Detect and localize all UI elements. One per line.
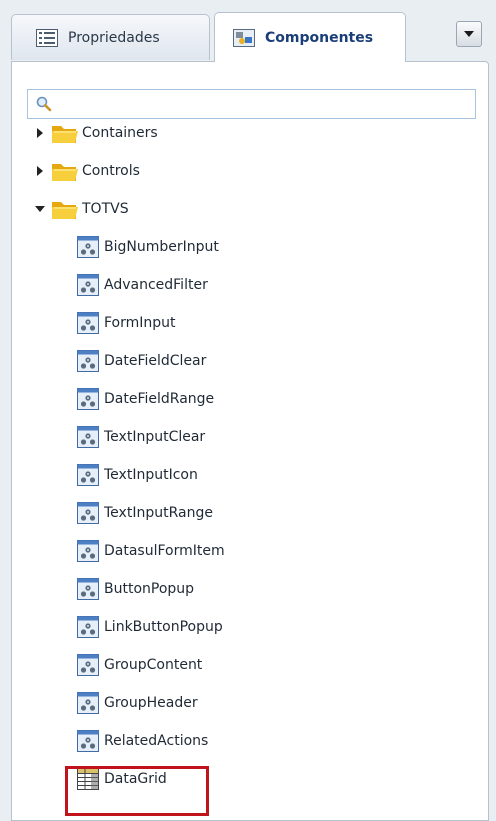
tree-folder-containers[interactable]: Containers <box>34 118 158 148</box>
tree-folder-label: Controls <box>82 163 140 179</box>
tree-folder-label: Containers <box>82 125 158 141</box>
component-icon <box>76 463 100 487</box>
expand-arrow-down-icon[interactable] <box>34 203 46 215</box>
tree-item-bignumberinput[interactable]: BigNumberInput <box>76 232 219 262</box>
tree-folder-totvs[interactable]: TOTVS <box>34 194 129 224</box>
tree-item-label: DatasulFormItem <box>104 543 225 559</box>
folder-icon <box>50 120 80 146</box>
tree-item-label: GroupHeader <box>104 695 198 711</box>
tree-item-buttonpopup[interactable]: ButtonPopup <box>76 574 194 604</box>
search-input[interactable] <box>58 94 462 116</box>
tree-item-datasulformitem[interactable]: DatasulFormItem <box>76 536 225 566</box>
tab-components-label: Componentes <box>265 29 374 46</box>
component-icon <box>76 387 100 411</box>
tree-item-label: RelatedActions <box>104 733 209 749</box>
component-icon <box>76 691 100 715</box>
tree-item-label: TextInputClear <box>104 429 206 445</box>
tree-item-label: AdvancedFilter <box>104 277 208 293</box>
tree-item-groupcontent[interactable]: GroupContent <box>76 650 202 680</box>
tree-item-label: BigNumberInput <box>104 239 219 255</box>
tab-bar: Propriedades Componentes <box>0 0 496 62</box>
tree-item-textinputclear[interactable]: TextInputClear <box>76 422 205 452</box>
tab-properties[interactable]: Propriedades <box>11 14 210 60</box>
tree-item-label: GroupContent <box>104 657 203 673</box>
component-icon <box>76 729 100 753</box>
expand-arrow-right-icon[interactable] <box>34 165 46 177</box>
component-icon <box>76 235 100 259</box>
tree-item-label: DateFieldRange <box>104 391 215 407</box>
component-icon <box>76 311 100 335</box>
panel-menu-button[interactable] <box>456 21 482 47</box>
component-icon <box>76 349 100 373</box>
component-icon <box>76 539 100 563</box>
folder-icon <box>50 196 80 222</box>
tree-item-groupheader[interactable]: GroupHeader <box>76 688 198 718</box>
tree-item-linkbuttonpopup[interactable]: LinkButtonPopup <box>76 612 223 642</box>
tree-item-label: LinkButtonPopup <box>104 619 223 635</box>
tree-folder-controls[interactable]: Controls <box>34 156 140 186</box>
component-icon <box>76 577 100 601</box>
component-icon <box>76 425 100 449</box>
tree-item-label: FormInput <box>104 315 176 331</box>
chevron-down-icon <box>464 31 474 37</box>
components-panel: Containers Controls TOTVS BigNumberInput Adv… <box>11 61 489 821</box>
tree-folder-label: TOTVS <box>82 201 129 217</box>
component-icon <box>76 501 100 525</box>
properties-list-icon <box>36 28 58 47</box>
component-icon <box>76 273 100 297</box>
tree-item-textinputrange[interactable]: TextInputRange <box>76 498 213 528</box>
tree-item-forminput[interactable]: FormInput <box>76 308 176 338</box>
tree-item-datefieldrange[interactable]: DateFieldRange <box>76 384 214 414</box>
tree-item-label: TextInputRange <box>104 505 213 521</box>
tree-item-datefieldclear[interactable]: DateFieldClear <box>76 346 206 376</box>
tab-components[interactable]: Componentes <box>214 12 406 62</box>
search-icon <box>35 95 53 117</box>
tree-item-relatedactions[interactable]: RelatedActions <box>76 726 208 756</box>
components-icon <box>233 28 255 47</box>
component-icon <box>76 615 100 639</box>
tree-item-textinputicon[interactable]: TextInputIcon <box>76 460 198 490</box>
tree-item-advancedfilter[interactable]: AdvancedFilter <box>76 270 208 300</box>
tree-item-label: TextInputIcon <box>104 467 198 483</box>
expand-arrow-right-icon[interactable] <box>34 127 46 139</box>
component-icon <box>76 653 100 677</box>
folder-icon <box>50 158 80 184</box>
search-box[interactable] <box>27 89 476 119</box>
tree-item-label: ButtonPopup <box>104 581 195 597</box>
tree-item-label: DateFieldClear <box>104 353 207 369</box>
tab-properties-label: Propriedades <box>68 29 160 46</box>
